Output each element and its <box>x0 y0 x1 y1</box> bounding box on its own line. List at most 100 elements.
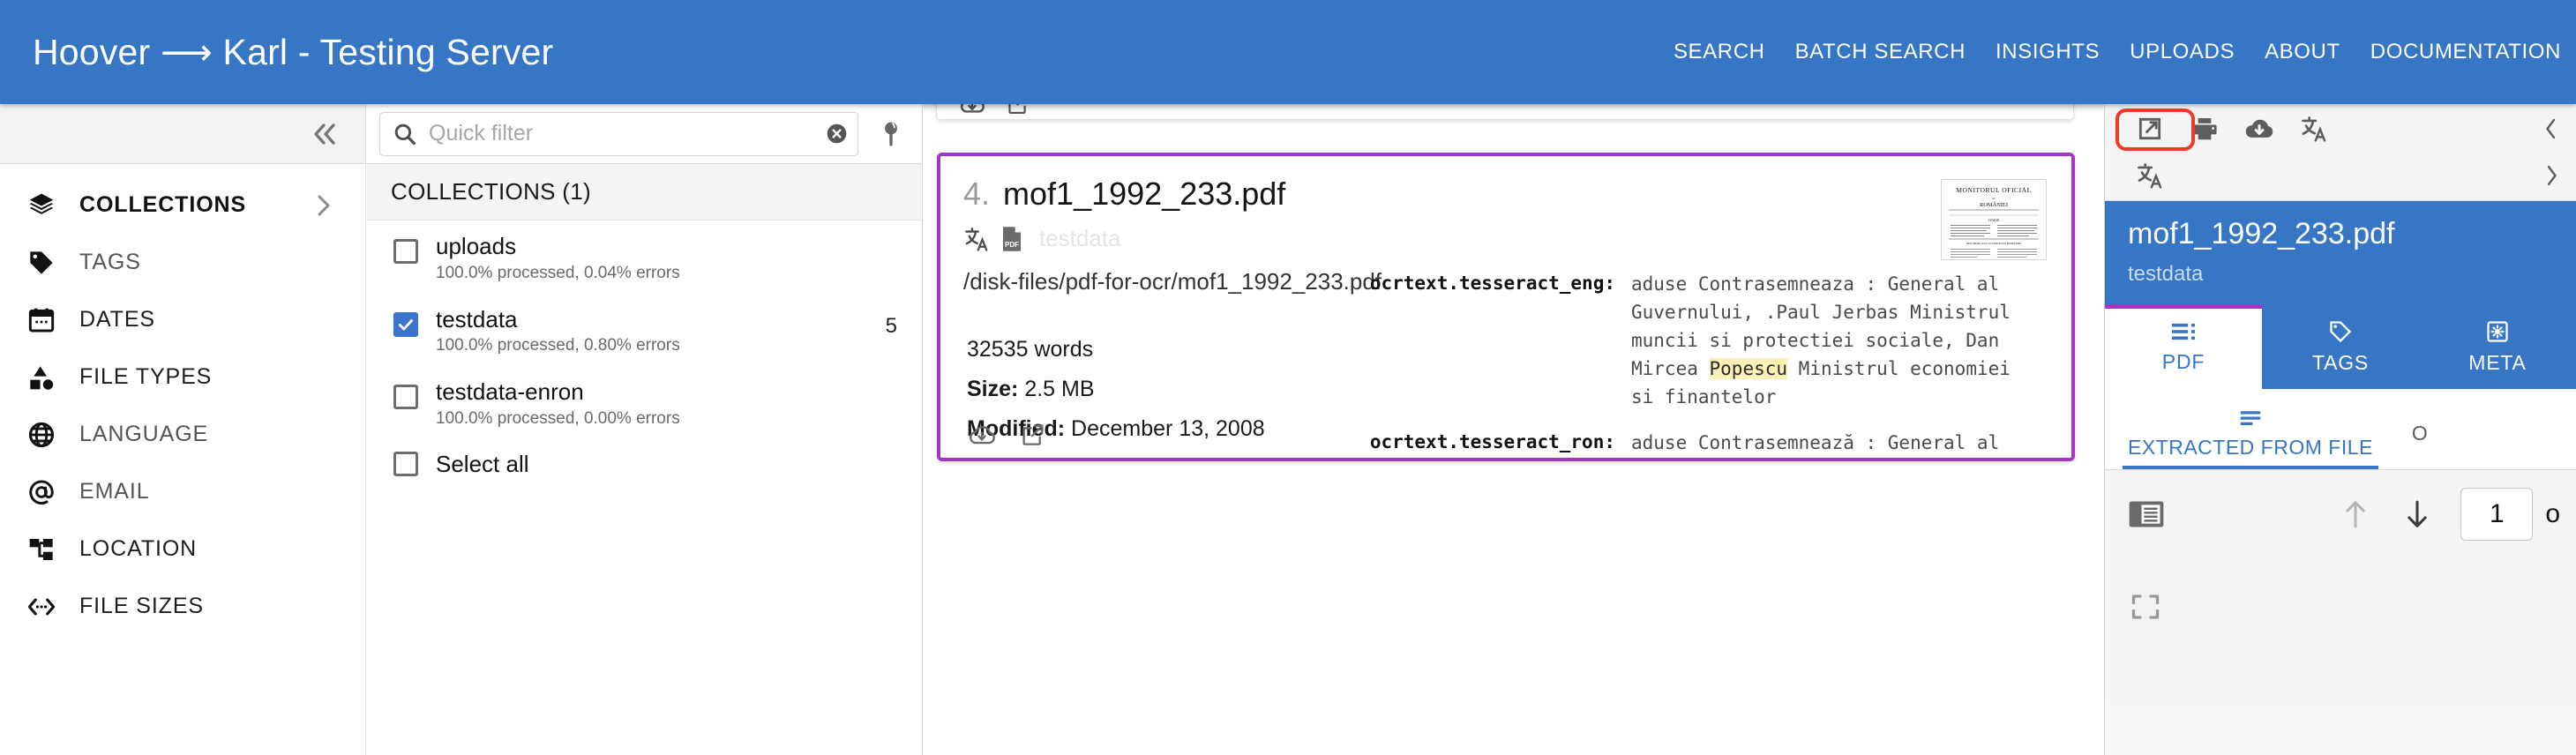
tab-tags[interactable]: TAGS <box>2262 304 2419 389</box>
translate-icon <box>963 226 990 252</box>
ocr-row-ron: ocrtext.tesseract_ron: aduse Contrasemne… <box>1364 430 2061 458</box>
sidebar-item-email[interactable]: EMAIL <box>0 463 365 520</box>
result-index: 4. <box>963 176 991 212</box>
chevron-double-left-icon[interactable] <box>311 122 341 146</box>
svg-text:HOTĂRÂRI ALE GUVERNULUI ROMÂNI: HOTĂRÂRI ALE GUVERNULUI ROMÂNIEI <box>1966 241 2021 245</box>
list-view-icon <box>2169 320 2198 343</box>
collection-row-uploads[interactable]: uploads 100.0% processed, 0.04% errors <box>367 221 922 294</box>
nav-insights[interactable]: INSIGHTS <box>1981 40 2115 64</box>
sidebar-item-label: LOCATION <box>79 536 198 561</box>
checkbox-select-all[interactable] <box>393 452 418 477</box>
results-column: 4. mof1_1992_233.pdf PDF testdata /disk-… <box>924 104 2103 755</box>
checkbox-uploads[interactable] <box>393 239 418 264</box>
quick-filter-row <box>367 104 922 164</box>
created-label: Created: <box>967 456 1056 458</box>
open-external-icon[interactable] <box>1006 104 1030 116</box>
cloud-download-icon[interactable] <box>967 422 997 447</box>
checkbox-testdata-enron[interactable] <box>393 385 418 410</box>
sidebar-item-label: FILE TYPES <box>79 364 213 389</box>
page-number-input[interactable] <box>2460 488 2534 541</box>
translate-icon[interactable] <box>2287 115 2341 143</box>
sidebar-item-file-sizes[interactable]: FILE SIZES <box>0 578 365 635</box>
result-thumbnail[interactable]: MONITORUL OFICIAL AL ROMÂNIEI SUMAR HOTĂ… <box>1941 179 2047 260</box>
tab-label: TAGS <box>2311 350 2370 374</box>
sidebar-item-tags[interactable]: TAGS <box>0 234 365 291</box>
left-nav-rail: COLLECTIONS TAGS DATES FILE TYPES LANGUA… <box>0 104 366 755</box>
sidebar-item-label: FILE SIZES <box>79 594 204 618</box>
nav-uploads[interactable]: UPLOADS <box>2115 40 2250 64</box>
sub-tab-label: EXTRACTED FROM FILE <box>2128 435 2373 459</box>
open-external-icon[interactable] <box>1020 422 1046 447</box>
nav-search[interactable]: SEARCH <box>1659 40 1780 64</box>
document-collection: testdata <box>2128 262 2204 286</box>
sidebar-item-dates[interactable]: DATES <box>0 291 365 348</box>
collection-row-testdata-enron[interactable]: testdata-enron 100.0% processed, 0.00% e… <box>367 366 922 439</box>
ocr-key: ocrtext.tesseract_ron: <box>1369 430 1615 452</box>
document-sub-tabs: EXTRACTED FROM FILE O <box>2105 389 2576 470</box>
sidebar-item-label: TAGS <box>79 250 141 274</box>
sidebar-item-collections[interactable]: COLLECTIONS <box>0 176 365 234</box>
gear-box-icon <box>2483 319 2512 344</box>
collections-panel: COLLECTIONS (1) uploads 100.0% processed… <box>367 104 923 755</box>
result-title[interactable]: mof1_1992_233.pdf <box>1003 176 1285 213</box>
calendar-icon <box>26 306 76 334</box>
chevron-right-icon[interactable] <box>314 193 333 218</box>
ocr-value: aduse Contrasemnează : General al Guvern… <box>1631 430 2011 458</box>
collection-status: 100.0% processed, 0.80% errors <box>436 336 680 355</box>
pdf-viewer-body <box>2105 558 2576 699</box>
sub-tab-label: O <box>2411 422 2429 445</box>
pin-icon[interactable] <box>876 116 906 153</box>
sidebar-item-label: COLLECTIONS <box>79 192 247 217</box>
translate-icon[interactable] <box>2123 161 2177 190</box>
clear-circle-icon[interactable] <box>825 122 849 146</box>
sidebar-item-label: EMAIL <box>79 479 150 504</box>
tab-meta[interactable]: META <box>2419 304 2576 389</box>
sub-tab-next[interactable]: O <box>2393 389 2447 469</box>
modified-value: December 13, 2008 <box>1071 416 1265 441</box>
chevron-right-icon[interactable] <box>2527 162 2576 189</box>
sidebar-item-file-types[interactable]: FILE TYPES <box>0 348 365 406</box>
card-action-row <box>967 422 1046 447</box>
nav-about[interactable]: ABOUT <box>2250 40 2355 64</box>
document-header: mof1_1992_233.pdf testdata <box>2105 201 2576 304</box>
chevron-left-icon[interactable] <box>2527 116 2576 142</box>
quick-filter-box[interactable] <box>379 111 858 156</box>
collection-row-testdata[interactable]: testdata 100.0% processed, 0.80% errors … <box>367 294 922 367</box>
nav-documentation[interactable]: DOCUMENTATION <box>2355 40 2576 64</box>
cloud-download-icon[interactable] <box>2232 115 2287 143</box>
fit-page-icon[interactable] <box>2130 592 2161 622</box>
ocr-row-eng: ocrtext.tesseract_eng: aduse Contrasemne… <box>1364 271 2061 412</box>
sidebar-toggle-icon[interactable] <box>2128 498 2165 530</box>
nav-batch-search[interactable]: BATCH SEARCH <box>1780 40 1981 64</box>
pdf-file-icon: PDF <box>1000 226 1023 252</box>
svg-text:ROMÂNIEI: ROMÂNIEI <box>1980 201 2008 208</box>
open-external-icon[interactable] <box>2123 115 2177 143</box>
arrow-up-icon[interactable] <box>2340 498 2370 530</box>
sub-tab-extracted-from-file[interactable]: EXTRACTED FROM FILE <box>2108 389 2393 469</box>
primary-nav: SEARCH BATCH SEARCH INSIGHTS UPLOADS ABO… <box>1659 40 2576 64</box>
search-result-card[interactable]: 4. mof1_1992_233.pdf PDF testdata /disk-… <box>937 153 2075 461</box>
file-size-value: 2.5 MB <box>1024 377 1095 401</box>
document-title: mof1_1992_233.pdf <box>2128 217 2395 250</box>
arrow-down-icon[interactable] <box>2402 498 2432 530</box>
file-size: Size: 2.5 MB <box>967 377 1265 402</box>
search-input[interactable] <box>429 121 820 146</box>
cloud-download-icon[interactable] <box>958 104 986 116</box>
document-panel: mof1_1992_233.pdf testdata PDF TAGS META… <box>2104 104 2576 755</box>
sitemap-icon <box>26 535 76 564</box>
page-of-label: o <box>2545 499 2560 528</box>
checkbox-testdata[interactable] <box>393 311 418 337</box>
svg-text:PDF: PDF <box>1005 240 1019 248</box>
svg-text:MONITORUL OFICIAL: MONITORUL OFICIAL <box>1956 186 2032 194</box>
word-count: 32535 words <box>967 337 1094 362</box>
sidebar-item-location[interactable]: LOCATION <box>0 520 365 578</box>
result-collection: testdata <box>1039 225 1121 251</box>
collection-name: uploads <box>436 233 517 259</box>
tab-pdf[interactable]: PDF <box>2105 304 2262 389</box>
print-icon[interactable] <box>2177 115 2232 143</box>
svg-text:AL: AL <box>1992 197 1996 200</box>
text-lines-icon <box>2237 408 2264 430</box>
sidebar-item-language[interactable]: LANGUAGE <box>0 406 365 463</box>
ocr-highlight: Popescu <box>1709 357 1788 379</box>
collection-row-select-all[interactable]: Select all <box>367 439 922 489</box>
